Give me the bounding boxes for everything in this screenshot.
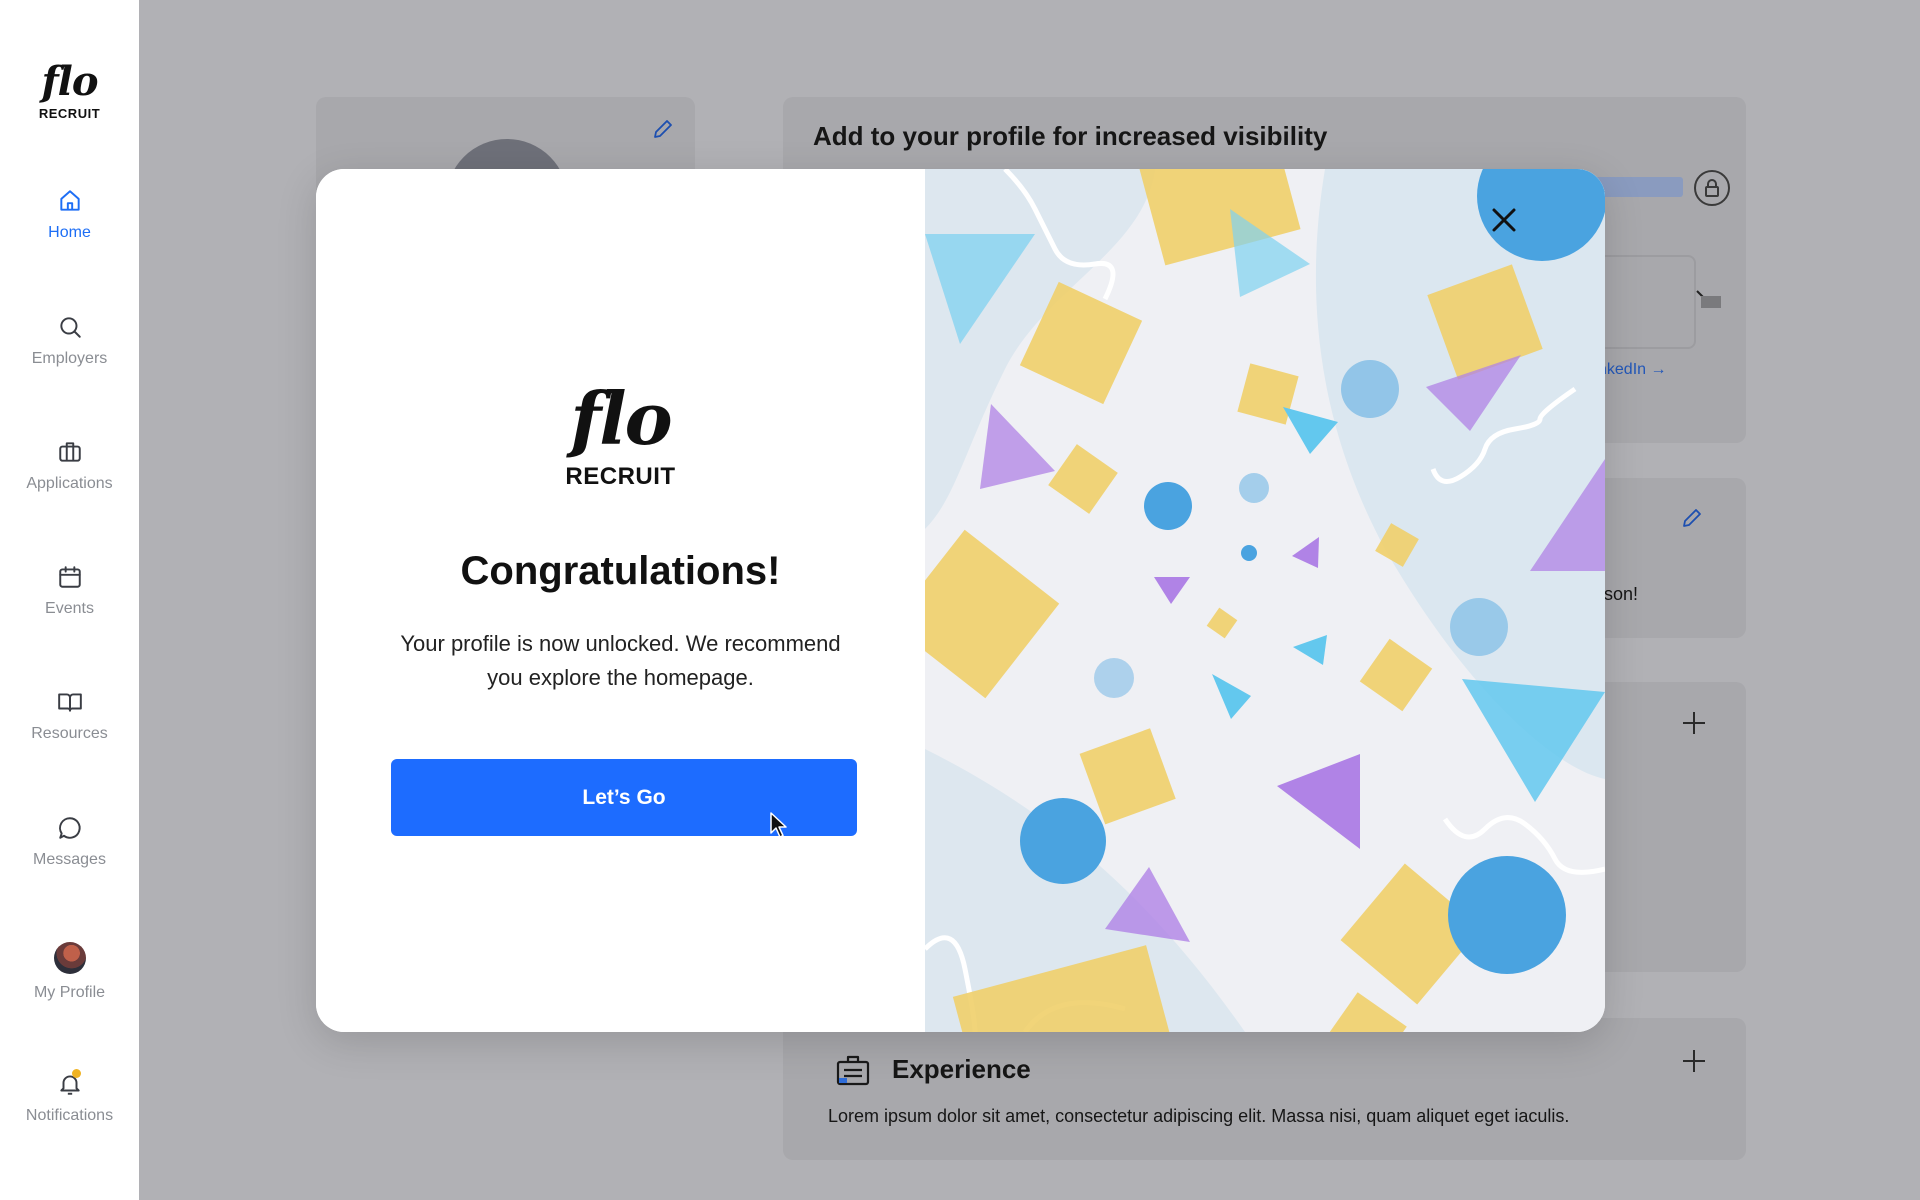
home-icon <box>59 190 80 211</box>
sidebar-item-label: Messages <box>33 851 106 868</box>
modal-logo: flo RECRUIT <box>316 379 925 491</box>
add-icon[interactable] <box>1683 712 1705 734</box>
briefcase-icon <box>58 442 81 462</box>
visibility-title: Add to your profile for increased visibi… <box>813 121 1328 151</box>
sidebar-item-my-profile[interactable]: My Profile <box>0 942 139 1002</box>
modal-content: flo RECRUIT Congratulations! Your profil… <box>316 169 925 1032</box>
sidebar-item-resources[interactable]: Resources <box>0 689 139 743</box>
mouse-cursor-icon <box>770 812 787 838</box>
sidebar-item-applications[interactable]: Applications <box>0 439 139 493</box>
experience-title: Experience <box>892 1054 1031 1084</box>
add-icon[interactable] <box>1683 1050 1705 1072</box>
congratulations-modal: flo RECRUIT Congratulations! Your profil… <box>316 169 1605 1032</box>
message-icon <box>58 817 81 839</box>
confetti-illustration <box>925 169 1605 1032</box>
notification-dot <box>72 1069 81 1078</box>
app-logo[interactable]: flo RECRUIT <box>0 58 139 122</box>
logo-word: RECRUIT <box>565 463 676 490</box>
sidebar-item-label: Resources <box>31 725 108 742</box>
search-icon <box>59 317 81 338</box>
sidebar-item-label: My Profile <box>33 984 106 1001</box>
modal-message: Your profile is now unlocked. We recomme… <box>400 631 841 690</box>
sidebar-item-employers[interactable]: Employers <box>0 314 139 368</box>
edit-icon[interactable] <box>1680 506 1704 530</box>
book-icon <box>57 693 82 712</box>
avatar <box>53 942 86 974</box>
sidebar-item-label: Applications <box>26 475 113 492</box>
sidebar-item-home[interactable]: Home <box>0 188 139 242</box>
pen-icon <box>1696 290 1721 308</box>
confetti-shapes <box>925 169 1605 1032</box>
calendar-icon <box>58 566 81 588</box>
experience-card: Experience Lorem ipsum dolor sit amet, c… <box>783 1018 1746 1160</box>
sidebar-item-events[interactable]: Events <box>0 564 139 618</box>
sidebar-item-label: Notifications <box>25 1107 114 1124</box>
logo-script: flo <box>41 58 98 105</box>
sidebar-item-label: Events <box>45 600 94 617</box>
modal-title: Congratulations! <box>460 549 781 593</box>
edit-icon[interactable] <box>651 117 675 141</box>
logo-word: RECRUIT <box>38 106 101 121</box>
close-icon[interactable] <box>1478 194 1530 246</box>
sidebar-item-label: Employers <box>31 350 108 367</box>
sidebar-item-messages[interactable]: Messages <box>0 815 139 869</box>
sidebar: flo RECRUIT Home Employers Applications … <box>0 0 139 1200</box>
sidebar-item-notifications[interactable]: Notifications <box>0 1069 139 1125</box>
lock-icon <box>1694 170 1730 206</box>
sidebar-item-label: Home <box>48 224 91 241</box>
briefcase-icon <box>836 1055 870 1086</box>
linkedin-link[interactable]: nkedIn → <box>1598 361 1666 379</box>
logo-script: flo <box>570 376 672 461</box>
experience-text: Lorem ipsum dolor sit amet, consectetur … <box>828 1106 1570 1126</box>
